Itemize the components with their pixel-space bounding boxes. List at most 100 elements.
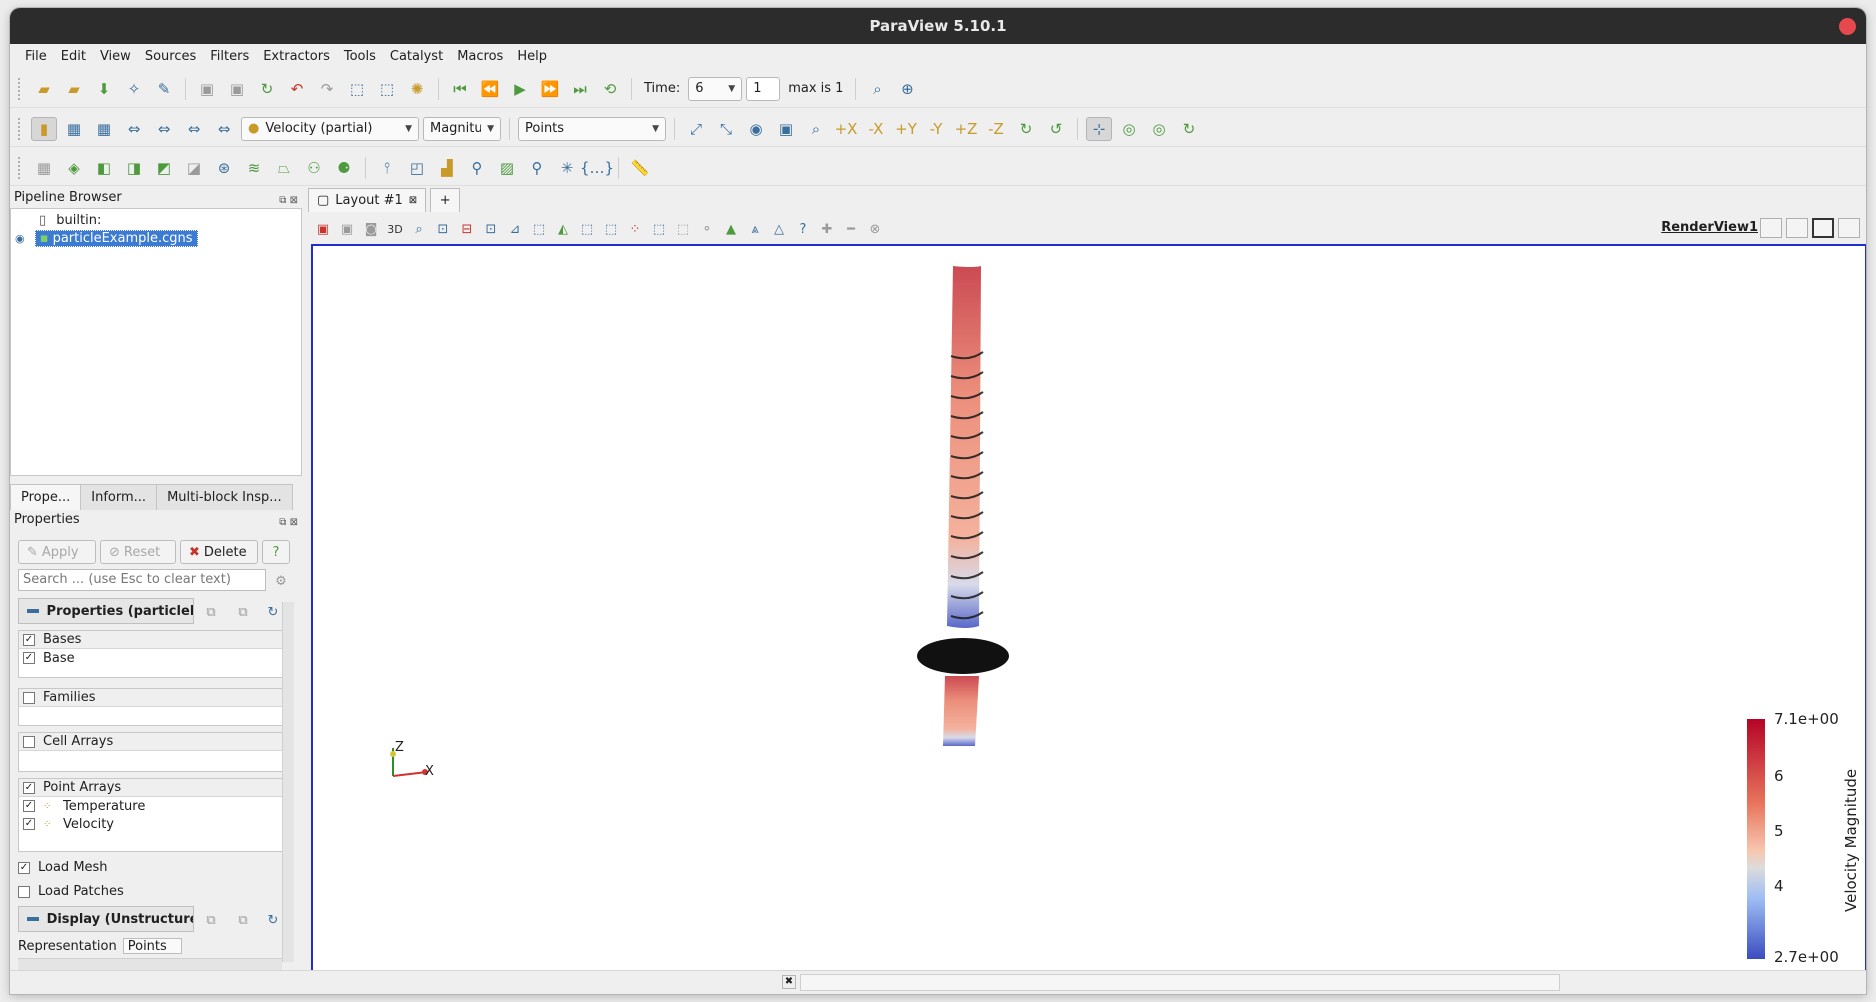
camera-icon[interactable]: ⌕ (408, 217, 430, 241)
representation-select[interactable]: Points (122, 938, 182, 954)
histogram-icon[interactable]: ▟ (434, 156, 460, 180)
last-frame-icon[interactable]: ⏭ (567, 77, 593, 101)
select-cells-icon[interactable]: ⊡ (432, 217, 454, 241)
close-view-icon[interactable] (1838, 218, 1860, 238)
close-window-button[interactable] (1839, 18, 1856, 35)
threshold-icon[interactable]: ◩ (151, 156, 177, 180)
properties-section-header[interactable]: Properties (particleE (18, 598, 194, 624)
connect-icon[interactable]: ✧ (121, 77, 147, 101)
families-header[interactable]: Families (19, 689, 287, 707)
set-view-plus-y-icon[interactable]: +Y (893, 117, 919, 141)
tab-information[interactable]: Inform... (80, 484, 158, 510)
warp-vector-icon[interactable]: ⏢ (271, 156, 297, 180)
color-array-combo[interactable]: ● Velocity (partial) ▼ (241, 116, 419, 141)
checkbox[interactable]: ✓ (23, 800, 35, 812)
undo-icon[interactable]: ↶ (284, 77, 310, 101)
point-arrays-header[interactable]: ✓ Point Arrays (19, 779, 287, 797)
copy-view-icon[interactable]: ▣ (336, 217, 358, 241)
loop-icon[interactable]: ⟲ (597, 77, 623, 101)
zoom-to-data-icon[interactable]: ⊕ (894, 77, 920, 101)
rotate-minus-90-icon[interactable]: ↺ (1043, 117, 1069, 141)
hover-cells-icon[interactable]: ⬚ (672, 217, 694, 241)
rotate-plus-90-icon[interactable]: ↻ (1013, 117, 1039, 141)
horizontal-scrollbar[interactable] (18, 958, 282, 970)
load-mesh-checkbox[interactable]: ✓ Load Mesh (18, 860, 108, 875)
auto-apply-icon[interactable]: ↻ (254, 77, 280, 101)
checkbox[interactable]: ✓ (23, 652, 35, 664)
menu-macros[interactable]: Macros (450, 49, 510, 64)
pipeline-tree[interactable]: ▯ builtin: ◉ ▪ particleExample.cgns (10, 208, 302, 476)
time-index-spinbox[interactable]: 1 (746, 76, 781, 101)
ruler-icon[interactable]: 📏 (627, 156, 653, 180)
select-block-icon[interactable]: ⊿ (504, 217, 526, 241)
screenshot-icon[interactable]: ◙ (360, 217, 382, 241)
toggle-selection-icon[interactable]: △ (768, 217, 790, 241)
extract-level-icon[interactable]: ⚈ (331, 156, 357, 180)
close-tab-icon[interactable]: ⊠ (409, 195, 417, 206)
cell-arrays-header[interactable]: Cell Arrays (19, 733, 287, 751)
menu-extractors[interactable]: Extractors (256, 49, 337, 64)
list-item[interactable]: ✓ Base (19, 649, 287, 667)
tab-multiblock-inspector[interactable]: Multi-block Insp... (156, 484, 293, 510)
previous-frame-icon[interactable]: ⏪ (477, 77, 503, 101)
checkbox[interactable]: ✓ (23, 781, 35, 794)
zoom-to-data-icon[interactable]: ◉ (743, 117, 769, 141)
close-icon[interactable]: ✖ (782, 975, 796, 989)
tab-layout-1[interactable]: ▢ Layout #1 ⊠ (308, 188, 427, 212)
clear-selection-icon[interactable]: ⁘ (624, 217, 646, 241)
menu-view[interactable]: View (93, 49, 138, 64)
plus-icon[interactable]: ✚ (816, 217, 838, 241)
tree-item-builtin[interactable]: ▯ builtin: (39, 211, 101, 231)
list-item[interactable]: ✓ ⁘ Velocity (19, 815, 287, 833)
paste-icon[interactable]: ⧉ (232, 908, 254, 932)
reset-camera-icon[interactable]: ⤢ (683, 117, 709, 141)
select-frustum-icon[interactable]: ⊡ (480, 217, 502, 241)
component-combo[interactable]: Magnitude ▼ (423, 116, 501, 141)
vertical-scrollbar[interactable] (282, 602, 294, 962)
gear-icon[interactable]: ⚙ (270, 569, 292, 593)
slice-icon[interactable]: ◨ (121, 156, 147, 180)
render-view[interactable]: Z X (311, 244, 1866, 972)
python-calculator-icon[interactable]: {…} (580, 156, 614, 180)
render-view-name[interactable]: RenderView1 (1661, 220, 1758, 235)
set-view-plus-z-icon[interactable]: +Z (953, 117, 979, 141)
save-state-icon[interactable]: ▣ (194, 77, 220, 101)
checkbox[interactable] (23, 735, 35, 748)
maximize-icon[interactable] (1812, 218, 1834, 238)
checkbox[interactable] (18, 885, 30, 898)
glyph-icon[interactable]: ⊛ (211, 156, 237, 180)
menu-catalyst[interactable]: Catalyst (383, 49, 450, 64)
rescale-custom-icon[interactable]: ⇔ (121, 117, 147, 141)
probe-icon[interactable]: ⫯ (374, 156, 400, 180)
camera-undo-icon[interactable]: ⬚ (344, 77, 370, 101)
link-icon[interactable]: ⚬ (696, 217, 718, 241)
restore-defaults-icon[interactable]: ↻ (262, 600, 284, 624)
menu-edit[interactable]: Edit (54, 49, 93, 64)
representation-combo[interactable]: Points ▼ (518, 116, 666, 141)
bases-header[interactable]: ✓ Bases (19, 631, 287, 649)
python-shell-icon[interactable]: ✎ (151, 77, 177, 101)
zoom-to-box-icon[interactable]: ▣ (773, 117, 799, 141)
delete-button[interactable]: ✖ Delete (180, 540, 258, 564)
hover-points-icon[interactable]: ⬚ (648, 217, 670, 241)
minus-icon[interactable]: ━ (840, 217, 862, 241)
set-view-minus-y-icon[interactable]: -Y (923, 117, 949, 141)
menu-help[interactable]: Help (510, 49, 554, 64)
time-combo[interactable]: 6 ▼ (688, 76, 743, 101)
pick-center-icon[interactable]: ◎ (1146, 117, 1172, 141)
play-icon[interactable]: ▶ (507, 77, 533, 101)
plot-data-icon[interactable]: ⚲ (464, 156, 490, 180)
query-icon[interactable]: ? (792, 217, 814, 241)
copy-icon[interactable]: ⧉ (200, 908, 222, 932)
split-horizontal-icon[interactable] (1760, 218, 1782, 238)
camera-redo-icon[interactable]: ⬚ (374, 77, 400, 101)
next-frame-icon[interactable]: ⏩ (537, 77, 563, 101)
interaction-mode-icon[interactable]: ↻ (1176, 117, 1202, 141)
show-center-axes-icon[interactable]: ⊹ (1086, 116, 1112, 141)
calculator-icon[interactable]: ▦ (31, 156, 57, 180)
group-datasets-icon[interactable]: ⚇ (301, 156, 327, 180)
tab-properties[interactable]: Prope... (10, 484, 82, 510)
first-frame-icon[interactable]: ⏮ (447, 77, 473, 101)
interactive-select-icon[interactable]: ⬚ (528, 217, 550, 241)
split-vertical-icon[interactable] (1786, 218, 1808, 238)
